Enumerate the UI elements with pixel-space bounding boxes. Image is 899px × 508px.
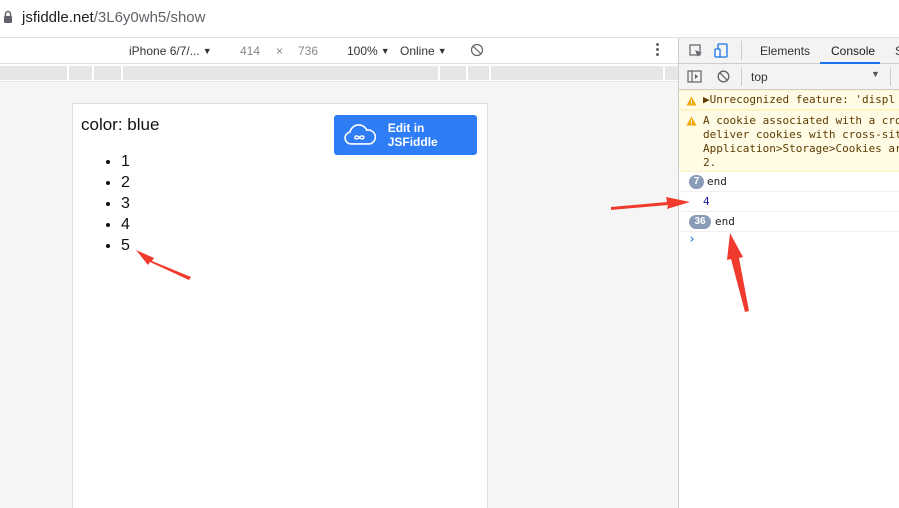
sidebar-toggle-icon[interactable]: [687, 70, 702, 83]
url-host: jsfiddle.net: [22, 9, 94, 26]
list-item: 3: [121, 193, 130, 214]
ruler-segment[interactable]: [665, 66, 678, 80]
warning-icon: [686, 96, 697, 106]
ruler-segment[interactable]: [123, 66, 438, 80]
devtools-panel: Elements Console S top ▼ ▶Unrecognized f…: [678, 38, 899, 508]
zoom-select[interactable]: 100% ▼: [347, 44, 390, 58]
console-prompt[interactable]: ›: [679, 232, 899, 252]
lock-icon: [4, 10, 12, 23]
url-text[interactable]: jsfiddle.net/3L6y0wh5/show: [22, 9, 205, 26]
dropdown-arrow-icon: ▼: [437, 46, 447, 56]
dimension-separator: ×: [276, 44, 284, 58]
rotate-icon[interactable]: [470, 43, 484, 57]
list-item: 1: [121, 151, 130, 172]
device-viewport: color: blue Edit in JSFiddle 1 2 3 4 5: [0, 82, 678, 508]
inspect-element-icon[interactable]: [689, 44, 703, 58]
prompt-chevron-icon: ›: [688, 232, 696, 247]
more-options-icon[interactable]: [656, 42, 660, 58]
console-log-row[interactable]: 36 end: [679, 212, 899, 232]
device-select[interactable]: iPhone 6/7/... ▼: [129, 44, 212, 58]
url-path: /3L6y0wh5/show: [93, 9, 206, 26]
width-input[interactable]: 414: [240, 44, 260, 58]
number-list: 1 2 3 4 5: [121, 151, 130, 256]
console-toolbar: top ▼: [679, 64, 899, 90]
toolbar-divider: [741, 41, 742, 60]
list-item: 5: [121, 235, 130, 256]
console-warning[interactable]: ▶Unrecognized feature: 'displ: [679, 90, 899, 110]
device-toolbar: iPhone 6/7/... ▼ 414 × 736 100% ▼ Online ▼: [0, 38, 678, 64]
dropdown-arrow-icon[interactable]: ▼: [871, 69, 880, 79]
ruler-segment[interactable]: [491, 66, 663, 80]
tab-console[interactable]: Console: [831, 44, 875, 58]
repeat-count-badge: 36: [689, 215, 711, 229]
ruler-segment[interactable]: [0, 66, 67, 80]
height-input[interactable]: 736: [298, 44, 318, 58]
log-number: 4: [703, 195, 710, 208]
address-bar[interactable]: jsfiddle.net/3L6y0wh5/show: [0, 0, 899, 38]
context-select[interactable]: top: [751, 70, 768, 84]
edit-in-jsfiddle-button[interactable]: Edit in JSFiddle: [334, 115, 477, 155]
jsfiddle-cloud-icon: [344, 124, 377, 145]
device-name: iPhone 6/7/...: [129, 44, 200, 58]
dropdown-arrow-icon: ▼: [202, 46, 212, 56]
log-text: end: [707, 175, 727, 188]
media-query-ruler[interactable]: [0, 64, 678, 82]
network-throttle-select[interactable]: Online ▼: [400, 44, 447, 58]
list-item: 4: [121, 214, 130, 235]
color-label: color: blue: [81, 115, 160, 134]
network-value: Online: [400, 44, 435, 58]
list-item: 2: [121, 172, 130, 193]
warning-text: ▶Unrecognized feature: 'displ: [703, 93, 896, 106]
ruler-segment[interactable]: [468, 66, 489, 80]
emulated-page: color: blue Edit in JSFiddle 1 2 3 4 5: [72, 103, 488, 508]
toolbar-divider: [890, 68, 891, 86]
console-log-row[interactable]: 4: [679, 192, 899, 212]
warning-icon: [686, 116, 697, 126]
device-toggle-icon[interactable]: [714, 43, 728, 58]
console-output: ▶Unrecognized feature: 'displ A cookie a…: [679, 90, 899, 252]
tab-elements[interactable]: Elements: [760, 44, 810, 58]
ruler-segment[interactable]: [69, 66, 92, 80]
repeat-count-badge: 7: [689, 175, 704, 189]
toolbar-divider: [741, 68, 742, 86]
dropdown-arrow-icon: ▼: [380, 46, 390, 56]
log-text: end: [715, 215, 735, 228]
console-log-row[interactable]: 7 end: [679, 172, 899, 192]
tab-sources[interactable]: S: [895, 44, 899, 58]
ruler-segment[interactable]: [94, 66, 121, 80]
devtools-tabbar: Elements Console S: [679, 38, 899, 64]
ruler-segment[interactable]: [440, 66, 466, 80]
zoom-value: 100%: [347, 44, 378, 58]
clear-console-icon[interactable]: [717, 70, 730, 83]
console-warning[interactable]: A cookie associated with a cro deliver c…: [679, 110, 899, 172]
edit-button-label: Edit in JSFiddle: [387, 121, 438, 149]
warning-text: A cookie associated with a cro deliver c…: [703, 114, 899, 169]
